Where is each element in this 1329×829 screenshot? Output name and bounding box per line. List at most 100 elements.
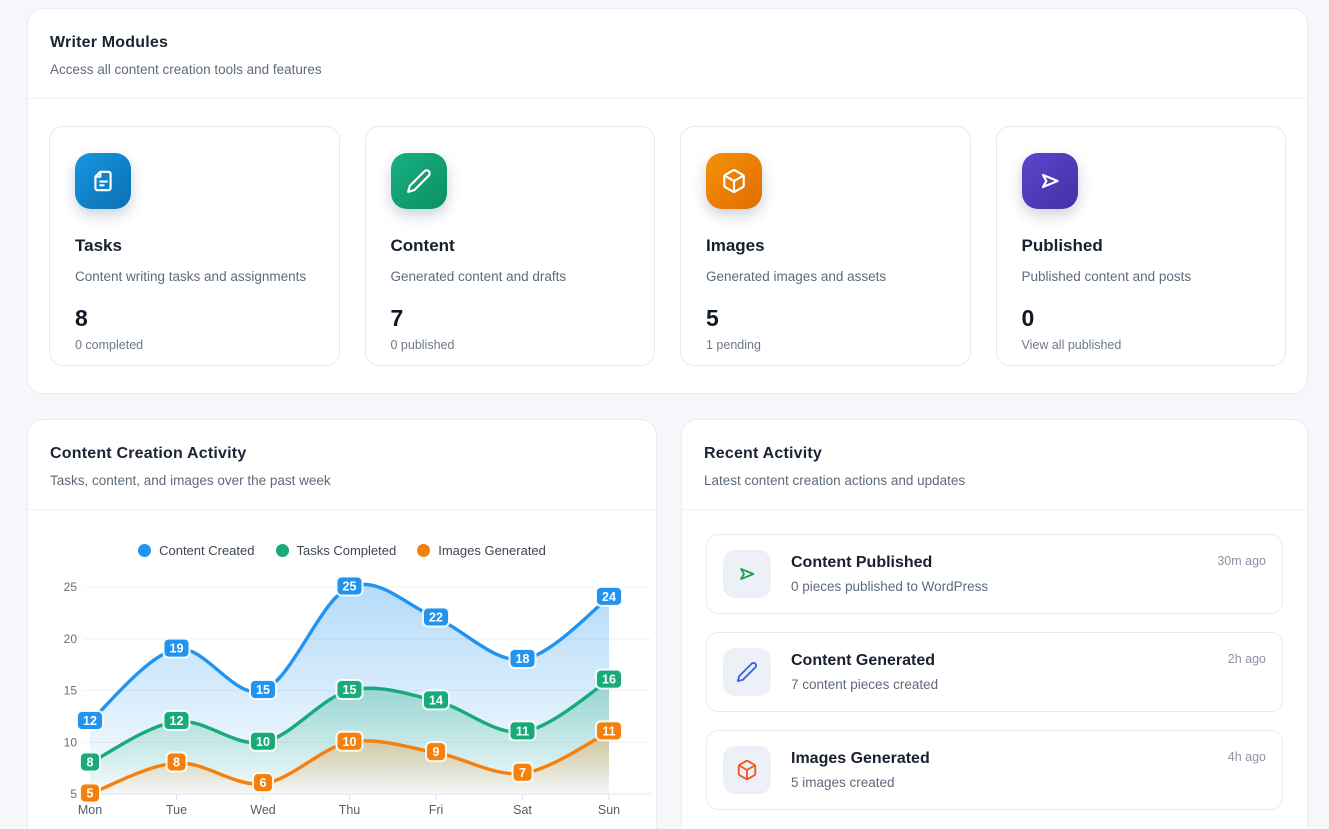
legend-item-0[interactable]: Content Created — [138, 543, 254, 558]
activity-item-1[interactable]: Content Generated 7 content pieces create… — [706, 632, 1283, 712]
activity-item-body: Content Published0 pieces published to W… — [791, 554, 1217, 594]
activity-item-timestamp: 4h ago — [1228, 750, 1266, 764]
module-card-count: 8 — [75, 305, 314, 332]
module-card-sublabel: View all published — [1022, 338, 1261, 352]
lower-row: Content Creation Activity Tasks, content… — [27, 419, 1309, 829]
svg-text:10: 10 — [64, 735, 78, 749]
module-card-description: Generated content and drafts — [391, 269, 630, 284]
writer-modules-header: Writer Modules Access all content creati… — [28, 9, 1307, 99]
data-label-badge: 18 — [510, 649, 536, 668]
data-label-badge: 12 — [77, 711, 103, 730]
data-label-badge: 16 — [596, 670, 622, 689]
activity-icon-tile — [723, 648, 771, 696]
dashboard-page: Writer Modules Access all content creati… — [0, 0, 1329, 829]
module-card-count: 7 — [391, 305, 630, 332]
svg-text:8: 8 — [173, 755, 180, 769]
activity-item-title: Content Published — [791, 554, 1217, 572]
module-card-description: Published content and posts — [1022, 269, 1261, 284]
content-activity-subtitle: Tasks, content, and images over the past… — [50, 473, 633, 488]
svg-text:24: 24 — [602, 590, 616, 604]
svg-text:Thu: Thu — [339, 803, 361, 817]
svg-text:5: 5 — [70, 787, 77, 801]
data-label-badge: 11 — [596, 721, 622, 740]
module-tile — [391, 153, 447, 209]
legend-item-1[interactable]: Tasks Completed — [276, 543, 397, 558]
module-card-count: 5 — [706, 305, 945, 332]
activity-item-description: 5 images created — [791, 775, 1228, 790]
activity-line-chart: 1219152522182481210151411165861097115101… — [36, 564, 656, 829]
data-label-badge: 11 — [510, 721, 536, 740]
module-card-description: Content writing tasks and assignments — [75, 269, 314, 284]
activity-icon-tile — [723, 550, 771, 598]
svg-text:Tue: Tue — [166, 803, 187, 817]
data-label-badge: 25 — [337, 577, 363, 596]
module-card-description: Generated images and assets — [706, 269, 945, 284]
activity-item-0[interactable]: Content Published0 pieces published to W… — [706, 534, 1283, 614]
svg-text:5: 5 — [87, 787, 94, 801]
activity-icon-tile — [723, 746, 771, 794]
activity-item-timestamp: 2h ago — [1228, 652, 1266, 666]
chart-legend: Content Created Tasks Completed Images Gen… — [28, 543, 656, 558]
svg-text:12: 12 — [83, 714, 97, 728]
writer-modules-subtitle: Access all content creation tools and fe… — [50, 62, 1284, 77]
svg-text:25: 25 — [343, 580, 357, 594]
module-card-title: Content — [391, 236, 630, 256]
content-activity-header: Content Creation Activity Tasks, content… — [28, 420, 656, 510]
svg-text:Mon: Mon — [78, 803, 102, 817]
svg-text:10: 10 — [256, 735, 270, 749]
svg-text:8: 8 — [87, 755, 94, 769]
pencil-icon — [736, 661, 758, 683]
svg-text:15: 15 — [256, 683, 270, 697]
svg-text:Sat: Sat — [513, 803, 532, 817]
module-cards-grid: TasksContent writing tasks and assignmen… — [28, 99, 1307, 393]
data-label-badge: 6 — [253, 773, 273, 792]
content-activity-panel: Content Creation Activity Tasks, content… — [27, 419, 657, 829]
svg-text:15: 15 — [64, 684, 78, 698]
data-label-badge: 22 — [423, 608, 449, 627]
module-card-images[interactable]: Images Generated images and assets 5 1 pend… — [680, 126, 971, 366]
send-icon — [736, 563, 758, 585]
cube-icon — [721, 168, 747, 194]
legend-label: Tasks Completed — [297, 543, 397, 558]
svg-text:Fri: Fri — [429, 803, 444, 817]
svg-text:15: 15 — [343, 683, 357, 697]
legend-label: Images Generated — [438, 543, 546, 558]
module-card-title: Images — [706, 236, 945, 256]
activity-item-title: Content Generated — [791, 652, 1228, 670]
send-icon — [1037, 168, 1063, 194]
activity-item-2[interactable]: Images Generated5 images created4h ago — [706, 730, 1283, 810]
file-icon — [90, 168, 116, 194]
pencil-icon — [406, 168, 432, 194]
activity-item-body: Content Generated 7 content pieces create… — [791, 652, 1228, 692]
module-card-count: 0 — [1022, 305, 1261, 332]
module-card-published[interactable]: PublishedPublished content and posts0Vie… — [996, 126, 1287, 366]
svg-text:Wed: Wed — [250, 803, 276, 817]
module-tile — [75, 153, 131, 209]
module-card-content[interactable]: Content Generated content and drafts 7 0 pu… — [365, 126, 656, 366]
line-chart-svg: 1219152522182481210151411165861097115101… — [36, 564, 656, 826]
svg-text:Sun: Sun — [598, 803, 620, 817]
data-label-badge: 12 — [164, 711, 190, 730]
data-label-badge: 10 — [250, 732, 276, 751]
legend-dot — [276, 544, 289, 557]
svg-text:7: 7 — [519, 766, 526, 780]
data-label-badge: 8 — [80, 752, 100, 771]
data-label-badge: 24 — [596, 587, 622, 606]
legend-label: Content Created — [159, 543, 254, 558]
data-label-badge: 7 — [513, 763, 533, 782]
module-card-sublabel: 1 pending — [706, 338, 945, 352]
content-activity-title: Content Creation Activity — [50, 445, 633, 463]
module-card-sublabel: 0 published — [391, 338, 630, 352]
cube-icon — [736, 759, 758, 781]
module-card-tasks[interactable]: TasksContent writing tasks and assignmen… — [49, 126, 340, 366]
writer-modules-panel: Writer Modules Access all content creati… — [27, 8, 1308, 394]
data-label-badge: 14 — [423, 690, 449, 709]
writer-modules-title: Writer Modules — [50, 34, 1284, 52]
data-label-badge: 15 — [337, 680, 363, 699]
svg-text:14: 14 — [429, 693, 443, 707]
recent-activity-subtitle: Latest content creation actions and upda… — [704, 473, 1284, 488]
data-label-badge: 5 — [80, 784, 100, 803]
legend-item-2[interactable]: Images Generated — [417, 543, 546, 558]
data-label-badge: 9 — [426, 742, 446, 761]
activity-item-description: 7 content pieces created — [791, 677, 1228, 692]
